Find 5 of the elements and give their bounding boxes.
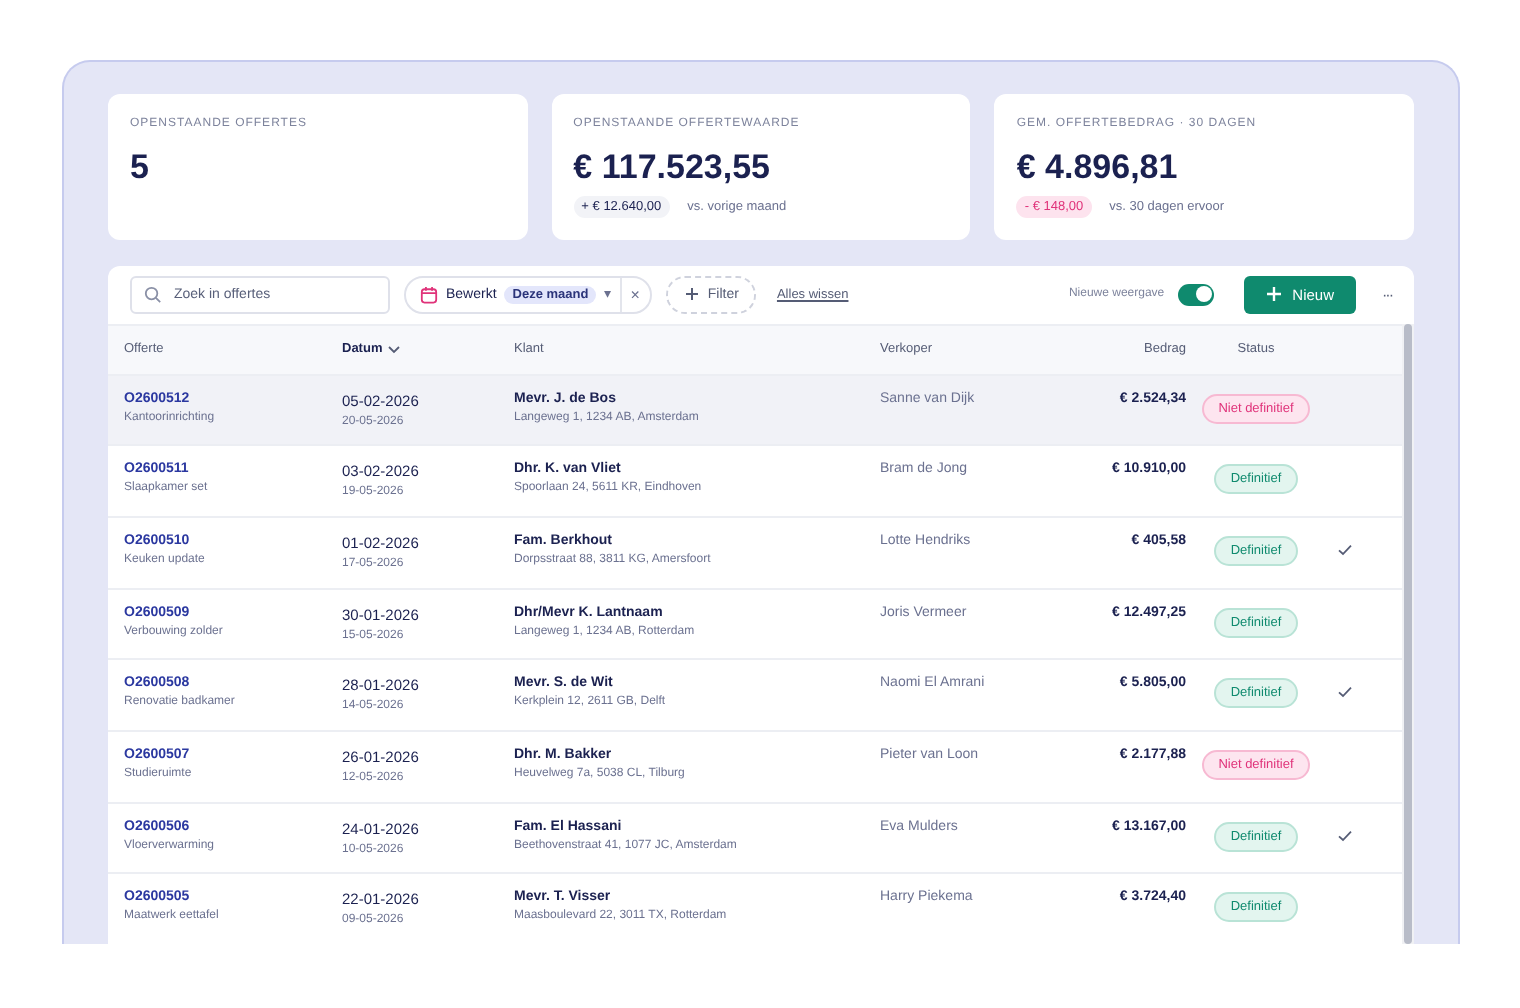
stat-value: € 117.523,55	[573, 148, 770, 188]
stat-value: € 4.896,81	[1016, 148, 1178, 188]
stat-value: 5	[130, 148, 149, 188]
more-button[interactable]: ···	[1382, 285, 1392, 304]
clear-filter-button[interactable]: ×	[630, 285, 640, 304]
